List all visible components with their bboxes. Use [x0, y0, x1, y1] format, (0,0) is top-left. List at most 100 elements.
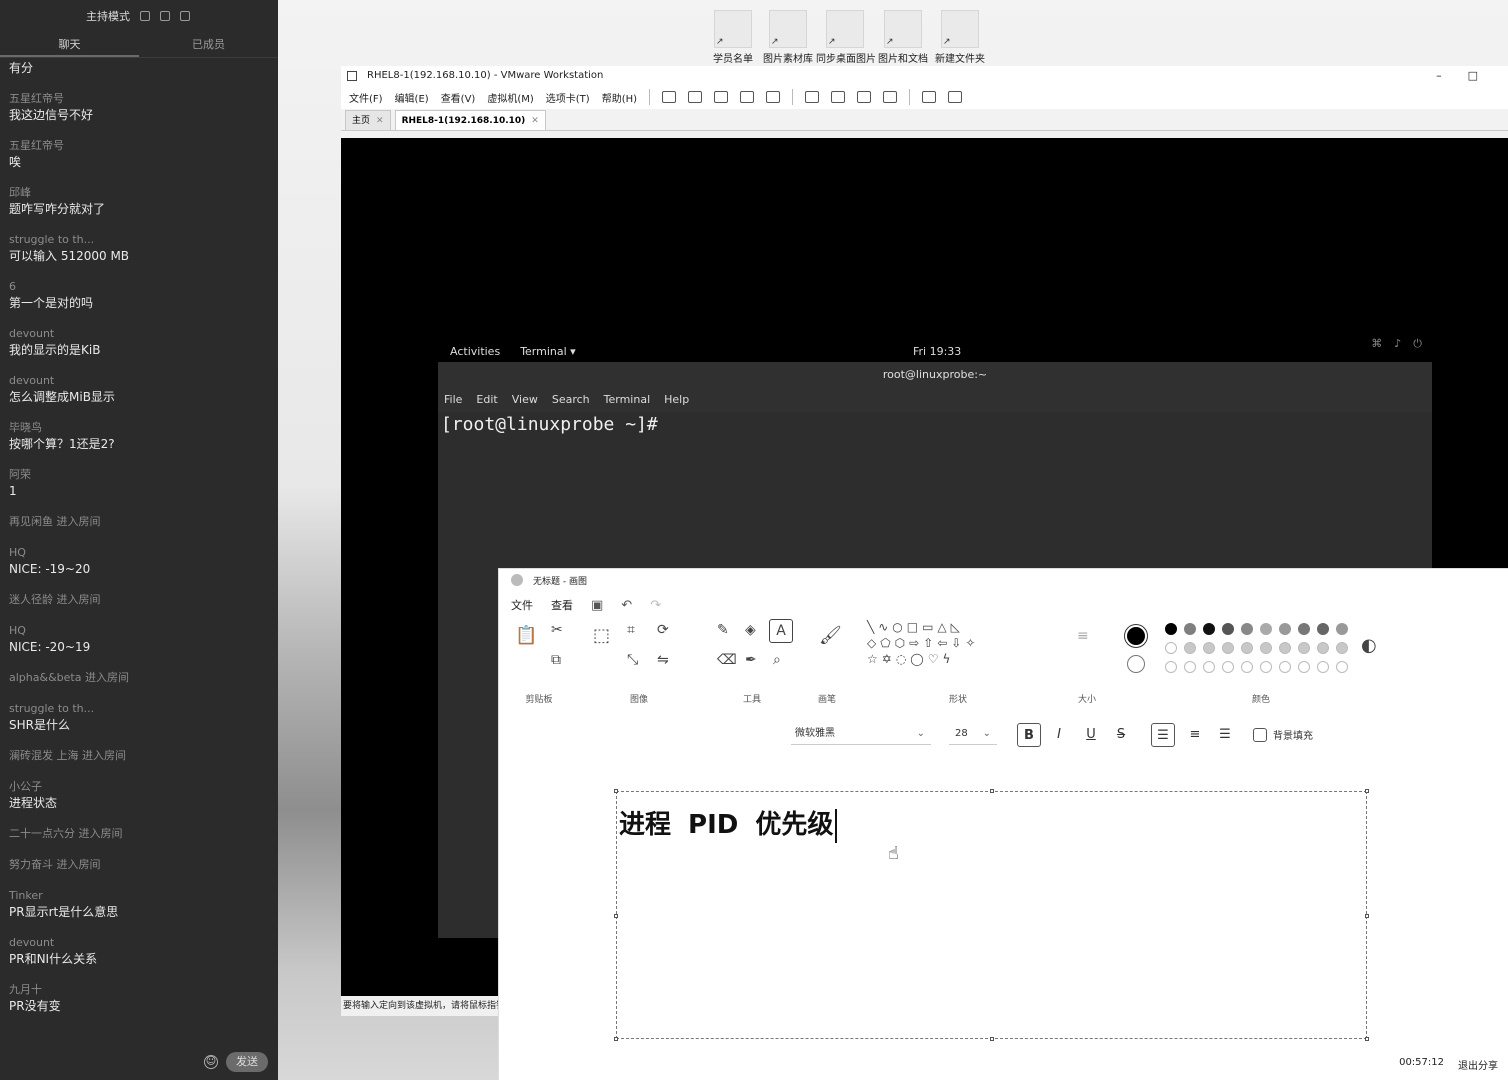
resize-icon[interactable]: ⤡: [627, 653, 638, 667]
color-picker-icon[interactable]: ✒: [745, 653, 757, 667]
text-tool-icon[interactable]: A: [769, 619, 793, 643]
resize-handle[interactable]: [614, 914, 618, 918]
magnifier-icon[interactable]: ⌕: [773, 653, 781, 667]
network-icon[interactable]: ⌘: [1371, 336, 1382, 352]
color-swatch[interactable]: [1203, 623, 1215, 635]
menu-view[interactable]: 查看(V): [441, 90, 476, 105]
term-menu-search[interactable]: Search: [552, 388, 590, 412]
eraser-icon[interactable]: ⌫: [717, 653, 737, 667]
window-control-icon[interactable]: [140, 11, 150, 21]
terminal-app-menu[interactable]: Terminal ▾: [520, 345, 576, 358]
rotate-icon[interactable]: ⟳: [657, 623, 669, 637]
minimize-icon[interactable]: –: [1436, 69, 1442, 82]
term-menu-file[interactable]: File: [444, 388, 462, 412]
volume-icon[interactable]: ♪: [1394, 336, 1401, 352]
color-swatch[interactable]: [1165, 642, 1177, 654]
copy-icon[interactable]: ⧉: [551, 653, 561, 667]
menu-file[interactable]: 文件(F): [349, 90, 383, 105]
fill-icon[interactable]: ◈: [745, 623, 756, 637]
paste-icon[interactable]: 📋: [515, 627, 537, 645]
desktop-icon[interactable]: 新建文件夹: [931, 10, 989, 65]
underline-button[interactable]: U: [1079, 723, 1103, 747]
color-swatch[interactable]: [1317, 642, 1329, 654]
color-swatch[interactable]: [1260, 623, 1272, 635]
term-menu-view[interactable]: View: [512, 388, 538, 412]
font-family-select[interactable]: 微软雅黑 ⌄: [791, 723, 931, 745]
color-swatch[interactable]: [1317, 623, 1329, 635]
color-swatch[interactable]: [1298, 642, 1310, 654]
redo-icon[interactable]: ↷: [650, 598, 661, 613]
canvas-text[interactable]: 进程 PID 优先级: [619, 804, 838, 843]
bold-button[interactable]: B: [1017, 723, 1041, 747]
undo-icon[interactable]: ↶: [621, 598, 632, 613]
color-swatch[interactable]: [1317, 661, 1329, 673]
resize-handle[interactable]: [614, 789, 618, 793]
menu-edit[interactable]: 编辑(E): [395, 90, 429, 105]
color-swatch[interactable]: [1279, 642, 1291, 654]
window-control-icon[interactable]: [180, 11, 190, 21]
color-swatch[interactable]: [1279, 661, 1291, 673]
window-control-icon[interactable]: [160, 11, 170, 21]
flip-icon[interactable]: ⇋: [657, 653, 669, 667]
activities-button[interactable]: Activities: [450, 345, 500, 358]
align-center-button[interactable]: ≡: [1183, 723, 1207, 747]
send-button[interactable]: 发送: [226, 1052, 268, 1072]
power-icon[interactable]: ⏻: [1413, 336, 1422, 352]
thumbnail-view-icon[interactable]: [831, 91, 846, 103]
text-box[interactable]: 进程 PID 优先级: [614, 789, 1369, 1041]
exit-share-button[interactable]: 退出分享: [1458, 1057, 1498, 1072]
background-fill-checkbox[interactable]: 背景填充: [1253, 727, 1313, 742]
term-menu-edit[interactable]: Edit: [476, 388, 497, 412]
fullscreen-icon[interactable]: [857, 91, 872, 103]
cut-icon[interactable]: ✂: [551, 623, 563, 637]
resize-handle[interactable]: [1365, 1037, 1369, 1041]
italic-button[interactable]: I: [1047, 723, 1071, 747]
resize-handle[interactable]: [990, 1037, 994, 1041]
paint-menu-view[interactable]: 查看: [551, 597, 573, 613]
color-swatch[interactable]: [1241, 661, 1253, 673]
align-left-button[interactable]: ☰: [1151, 723, 1175, 747]
color-swatch[interactable]: [1184, 661, 1196, 673]
font-size-select[interactable]: 28 ⌄: [949, 723, 997, 745]
color-swatch[interactable]: [1336, 642, 1348, 654]
edit-colors-icon[interactable]: ◐: [1361, 637, 1377, 655]
brush-icon[interactable]: 🖌: [819, 627, 842, 645]
color-swatch[interactable]: [1165, 661, 1177, 673]
color-swatch[interactable]: [1222, 661, 1234, 673]
select-icon[interactable]: ⬚: [593, 627, 610, 645]
color-swatch[interactable]: [1336, 623, 1348, 635]
color-swatch[interactable]: [1298, 623, 1310, 635]
color-swatch[interactable]: [1222, 623, 1234, 635]
paint-menu-file[interactable]: 文件: [511, 597, 533, 613]
close-icon[interactable]: ✕: [531, 116, 539, 126]
desktop-icon[interactable]: 图片和文档: [874, 10, 932, 65]
color-swatch[interactable]: [1184, 642, 1196, 654]
sidebar-view-icon[interactable]: [805, 91, 820, 103]
menu-vm[interactable]: 虚拟机(M): [487, 90, 533, 105]
color-swatch[interactable]: [1203, 661, 1215, 673]
menu-tabs[interactable]: 选项卡(T): [546, 90, 590, 105]
color-swatch[interactable]: [1241, 623, 1253, 635]
console-icon[interactable]: [922, 91, 937, 103]
desktop-icon[interactable]: 学员名单: [704, 10, 762, 65]
color-swatch[interactable]: [1241, 642, 1253, 654]
color-swatch[interactable]: [1184, 623, 1196, 635]
tab-members[interactable]: 已成员: [139, 32, 278, 57]
term-menu-terminal[interactable]: Terminal: [604, 388, 651, 412]
tab-chat[interactable]: 聊天: [0, 32, 139, 57]
term-menu-help[interactable]: Help: [664, 388, 689, 412]
stretch-icon[interactable]: [948, 91, 963, 103]
close-icon[interactable]: ✕: [376, 116, 384, 126]
resize-handle[interactable]: [1365, 789, 1369, 793]
clock[interactable]: Fri 19:33: [913, 345, 961, 358]
send-keys-icon[interactable]: [688, 91, 703, 103]
color-swatch[interactable]: [1260, 642, 1272, 654]
size-icon[interactable]: ≡: [1077, 629, 1089, 643]
maximize-icon[interactable]: □: [1468, 69, 1478, 82]
tab-home[interactable]: 主页 ✕: [345, 110, 391, 130]
color1-swatch[interactable]: [1125, 625, 1147, 647]
shell-prompt[interactable]: [root@linuxprobe ~]#: [438, 412, 1432, 437]
crop-icon[interactable]: ⌗: [627, 623, 635, 637]
snapshot-icon[interactable]: [714, 91, 729, 103]
desktop-icon[interactable]: 图片素材库: [759, 10, 817, 65]
